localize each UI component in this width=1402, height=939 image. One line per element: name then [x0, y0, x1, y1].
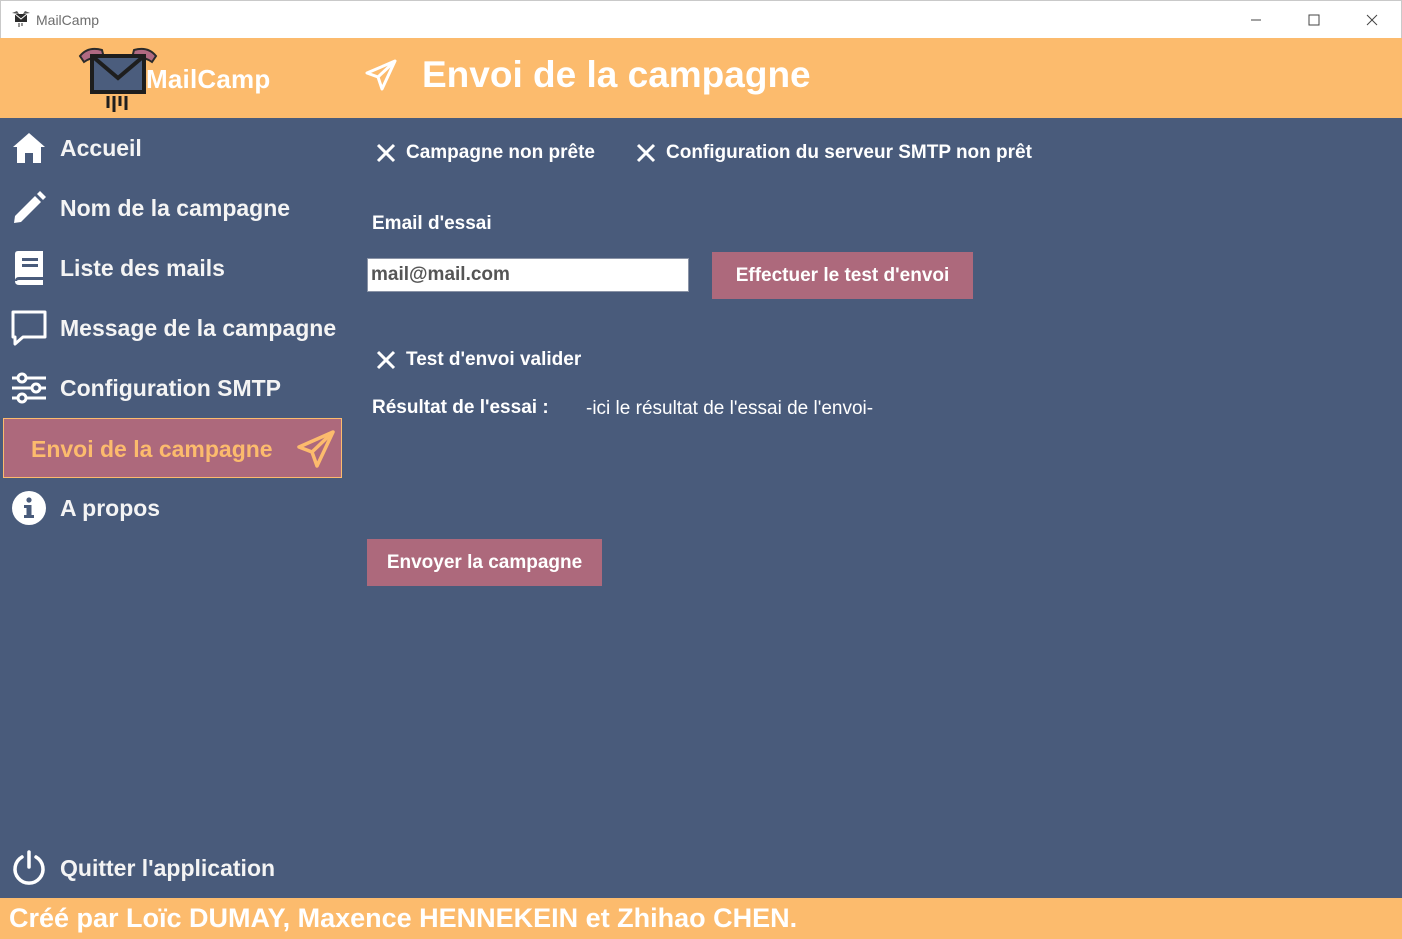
- email-label: Email d'essai: [372, 213, 492, 234]
- quit-app-button[interactable]: Quitter l'application: [0, 838, 344, 898]
- app-header: MailCamp Envoi de la campagne: [0, 38, 1402, 118]
- status-text: Campagne non prête: [406, 142, 595, 163]
- sidebar-item-label: Liste des mails: [60, 255, 225, 281]
- paper-plane-icon: [365, 59, 397, 91]
- brand-name: MailCamp: [146, 64, 271, 94]
- home-icon: [13, 133, 45, 163]
- window-titlebar: MailCamp: [0, 0, 1402, 38]
- status-campagne: Campagne non prête: [376, 142, 595, 164]
- close-icon: [1366, 14, 1378, 26]
- credits-text: Créé par Loïc DUMAY, Maxence HENNEKEIN e…: [9, 903, 798, 933]
- sidebar-item-nom-campagne[interactable]: Nom de la campagne: [0, 178, 344, 238]
- maximize-button[interactable]: [1285, 1, 1343, 39]
- x-icon: [376, 350, 396, 370]
- sidebar-item-a-propos[interactable]: A propos: [0, 478, 344, 538]
- sidebar-item-label: Configuration SMTP: [60, 375, 282, 401]
- status-text: Test d'envoi valider: [406, 349, 582, 370]
- sidebar-item-liste-mails[interactable]: Liste des mails: [0, 238, 344, 298]
- email-field[interactable]: [367, 258, 689, 292]
- status-test: Test d'envoi valider: [376, 349, 581, 371]
- test-send-button[interactable]: Effectuer le test d'envoi: [712, 252, 973, 299]
- sidebar-item-label: Envoi de la campagne: [31, 436, 273, 462]
- x-icon: [636, 143, 656, 163]
- send-campaign-button[interactable]: Envoyer la campagne: [367, 539, 602, 586]
- sidebar-item-label: Message de la campagne: [60, 315, 337, 341]
- sidebar-item-accueil[interactable]: Accueil: [0, 118, 344, 178]
- chat-bubble-icon: [11, 310, 47, 346]
- paper-plane-icon: [297, 430, 335, 468]
- book-icon: [15, 251, 43, 285]
- result-label: Résultat de l'essai :: [372, 397, 549, 418]
- status-smtp: Configuration du serveur SMTP non prêt: [636, 142, 1032, 164]
- x-icon: [376, 143, 396, 163]
- info-icon: [12, 491, 46, 525]
- close-button[interactable]: [1343, 1, 1401, 39]
- app-footer: Créé par Loïc DUMAY, Maxence HENNEKEIN e…: [0, 898, 1402, 939]
- minimize-button[interactable]: [1227, 1, 1285, 39]
- main-panel: Campagne non prête Configuration du serv…: [344, 118, 1402, 898]
- sidebar-item-envoi[interactable]: Envoi de la campagne: [3, 418, 342, 478]
- sidebar-item-label: A propos: [60, 495, 161, 521]
- sidebar-item-message[interactable]: Message de la campagne: [0, 298, 344, 358]
- result-value: -ici le résultat de l'essai de l'envoi-: [586, 398, 874, 419]
- app-logo-icon: [12, 11, 30, 27]
- maximize-icon: [1308, 14, 1320, 26]
- page-title: Envoi de la campagne: [422, 54, 811, 95]
- sidebar-nav: Accueil Nom de la campagne Liste des mai…: [0, 118, 344, 898]
- minimize-icon: [1251, 19, 1261, 21]
- sliders-icon: [12, 372, 46, 404]
- sidebar-item-smtp[interactable]: Configuration SMTP: [0, 358, 344, 418]
- quit-label: Quitter l'application: [60, 855, 276, 881]
- sidebar-item-label: Nom de la campagne: [60, 195, 291, 221]
- power-icon: [13, 850, 45, 885]
- status-text: Configuration du serveur SMTP non prêt: [666, 142, 1032, 163]
- sidebar-item-label: Accueil: [60, 135, 142, 161]
- window-title: MailCamp: [36, 12, 100, 28]
- pencil-icon: [14, 191, 46, 223]
